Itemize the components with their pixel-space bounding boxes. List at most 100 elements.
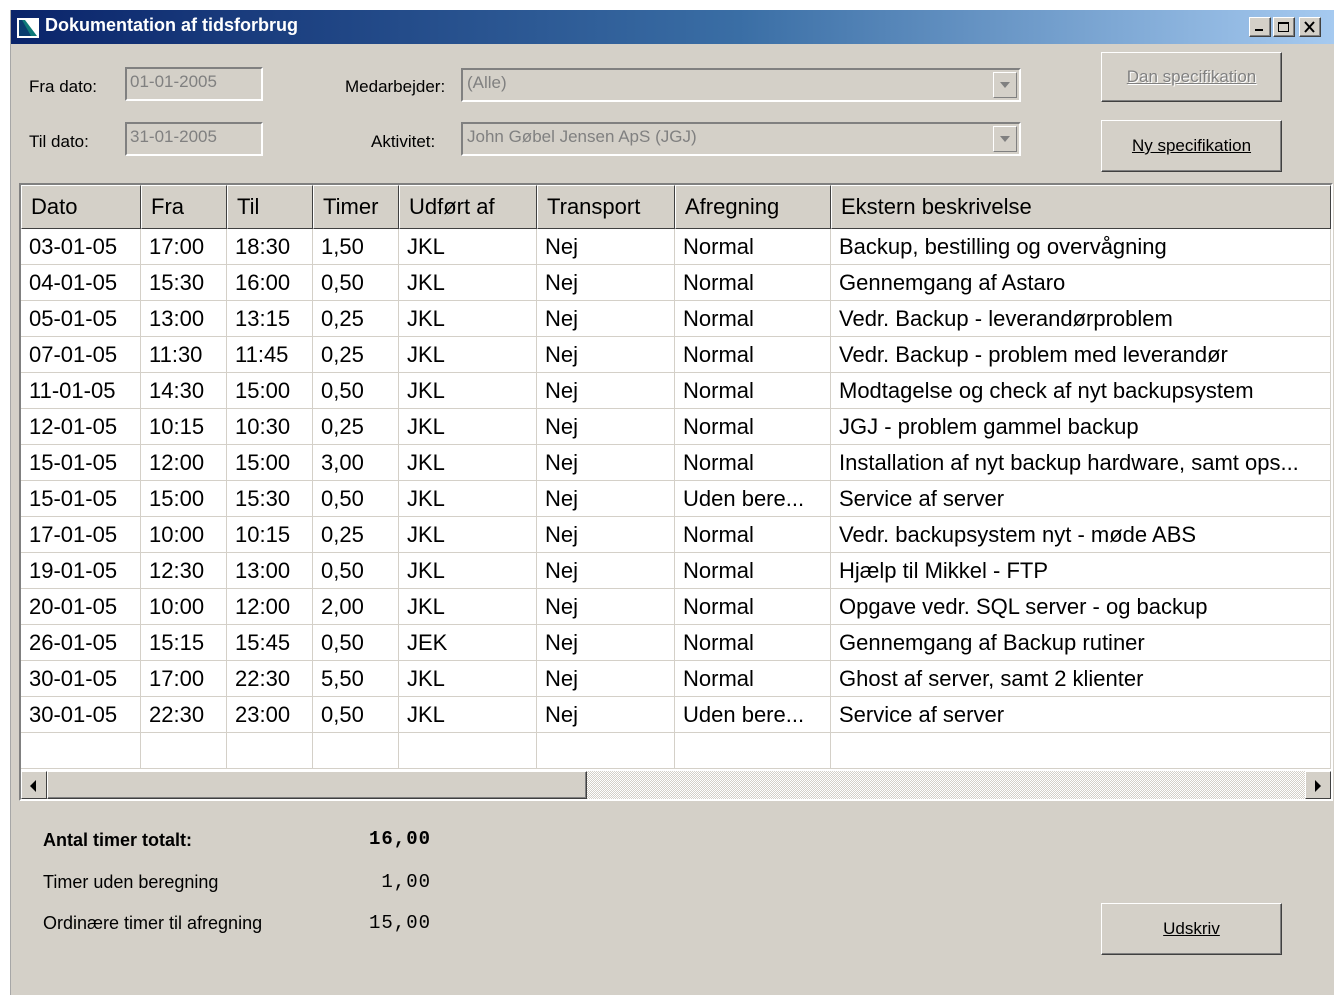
cell-timer: 0,50	[313, 697, 399, 733]
cell-transport: Nej	[537, 265, 675, 301]
cell-ekstern-beskrivelse: Gennemgang af Backup rutiner	[831, 625, 1331, 661]
table-row-empty[interactable]	[21, 733, 1331, 769]
cell-til	[227, 733, 313, 769]
medarbejder-value: (Alle)	[467, 73, 507, 92]
cell-fra: 17:00	[141, 229, 227, 265]
cell-dato: 26-01-05	[21, 625, 141, 661]
close-button[interactable]	[1299, 17, 1321, 37]
table-row[interactable]: 20-01-05 10:00 12:00 2,00 JKL Nej Normal Opgave…	[21, 589, 1331, 625]
column-header-timer[interactable]: Timer	[313, 185, 399, 229]
table-row[interactable]: 30-01-05 22:30 23:00 0,50 JKL Nej Uden bere...…	[21, 697, 1331, 733]
cell-dato: 12-01-05	[21, 409, 141, 445]
table-row[interactable]: 11-01-05 14:30 15:00 0,50 JKL Nej Normal Modtag…	[21, 373, 1331, 409]
cell-transport: Nej	[537, 481, 675, 517]
cell-afregning: Normal	[675, 517, 831, 553]
cell-udfoert-af: JKL	[399, 265, 537, 301]
medarbejder-dropdown-button[interactable]	[993, 72, 1017, 98]
cell-timer	[313, 733, 399, 769]
ny-specifikation-button[interactable]: Ny specifikation	[1101, 120, 1282, 172]
cell-udfoert-af: JKL	[399, 409, 537, 445]
cell-fra: 15:15	[141, 625, 227, 661]
time-entries-table[interactable]: Dato Fra Til Timer Udført af Transport Afregni…	[19, 183, 1333, 801]
cell-afregning: Normal	[675, 661, 831, 697]
column-header-til[interactable]: Til	[227, 185, 313, 229]
cell-ekstern-beskrivelse: Service af server	[831, 697, 1331, 733]
cell-dato: 30-01-05	[21, 661, 141, 697]
app-logo-icon	[17, 18, 39, 38]
cell-dato: 07-01-05	[21, 337, 141, 373]
scroll-thumb[interactable]	[47, 771, 587, 799]
scroll-right-button[interactable]	[1305, 771, 1331, 799]
cell-transport: Nej	[537, 553, 675, 589]
cell-udfoert-af: JKL	[399, 661, 537, 697]
cell-timer: 0,25	[313, 337, 399, 373]
cell-afregning: Uden bere...	[675, 697, 831, 733]
cell-dato: 11-01-05	[21, 373, 141, 409]
column-header-transport[interactable]: Transport	[537, 185, 675, 229]
cell-ekstern-beskrivelse: Installation af nyt backup hardware, sam…	[831, 445, 1331, 481]
cell-afregning: Uden bere...	[675, 481, 831, 517]
dan-specifikation-button[interactable]: Dan specifikation	[1101, 52, 1282, 102]
cell-ekstern-beskrivelse: Backup, bestilling og overvågning	[831, 229, 1331, 265]
table-row[interactable]: 17-01-05 10:00 10:15 0,25 JKL Nej Normal Vedr. …	[21, 517, 1331, 553]
title-bar[interactable]: Dokumentation af tidsforbrug	[11, 10, 1334, 44]
cell-udfoert-af: JKL	[399, 301, 537, 337]
cell-udfoert-af: JKL	[399, 481, 537, 517]
cell-timer: 1,50	[313, 229, 399, 265]
aktivitet-dropdown-button[interactable]	[993, 126, 1017, 152]
cell-dato: 03-01-05	[21, 229, 141, 265]
cell-til: 13:00	[227, 553, 313, 589]
cell-timer: 5,50	[313, 661, 399, 697]
cell-afregning: Normal	[675, 445, 831, 481]
table-row[interactable]: 07-01-05 11:30 11:45 0,25 JKL Nej Normal Vedr. …	[21, 337, 1331, 373]
cell-ekstern-beskrivelse: Hjælp til Mikkel - FTP	[831, 553, 1331, 589]
cell-ekstern-beskrivelse: Opgave vedr. SQL server - og backup	[831, 589, 1331, 625]
cell-til: 22:30	[227, 661, 313, 697]
cell-timer: 3,00	[313, 445, 399, 481]
ordinaere-timer-value: 15,00	[368, 912, 431, 934]
cell-afregning: Normal	[675, 409, 831, 445]
table-row[interactable]: 15-01-05 12:00 15:00 3,00 JKL Nej Normal Instal…	[21, 445, 1331, 481]
cell-dato: 04-01-05	[21, 265, 141, 301]
column-header-ekstern-beskrivelse[interactable]: Ekstern beskrivelse	[831, 185, 1331, 229]
cell-afregning: Normal	[675, 553, 831, 589]
cell-udfoert-af: JKL	[399, 373, 537, 409]
table-header: Dato Fra Til Timer Udført af Transport Afregni…	[21, 185, 1331, 229]
cell-timer: 2,00	[313, 589, 399, 625]
cell-dato: 20-01-05	[21, 589, 141, 625]
scroll-left-button[interactable]	[21, 771, 47, 799]
timer-uden-beregning-label: Timer uden beregning	[43, 872, 219, 892]
cell-til: 16:00	[227, 265, 313, 301]
cell-til: 10:30	[227, 409, 313, 445]
cell-fra	[141, 733, 227, 769]
table-row[interactable]: 03-01-05 17:00 18:30 1,50 JKL Nej Normal Backup…	[21, 229, 1331, 265]
fra-dato-field[interactable]: 01-01-2005	[125, 67, 263, 101]
table-row[interactable]: 30-01-05 17:00 22:30 5,50 JKL Nej Normal Ghost …	[21, 661, 1331, 697]
cell-ekstern-beskrivelse: JGJ - problem gammel backup	[831, 409, 1331, 445]
column-header-dato[interactable]: Dato	[21, 185, 141, 229]
table-row[interactable]: 05-01-05 13:00 13:15 0,25 JKL Nej Normal Vedr. …	[21, 301, 1331, 337]
table-row[interactable]: 04-01-05 15:30 16:00 0,50 JKL Nej Normal Gennem…	[21, 265, 1331, 301]
table-row[interactable]: 12-01-05 10:15 10:30 0,25 JKL Nej Normal JGJ - …	[21, 409, 1331, 445]
cell-til: 23:00	[227, 697, 313, 733]
horizontal-scrollbar[interactable]	[21, 771, 1331, 799]
cell-transport	[537, 733, 675, 769]
window-title: Dokumentation af tidsforbrug	[45, 15, 298, 35]
cell-fra: 10:00	[141, 517, 227, 553]
column-header-fra[interactable]: Fra	[141, 185, 227, 229]
maximize-button[interactable]	[1273, 17, 1295, 37]
cell-til: 10:15	[227, 517, 313, 553]
table-row[interactable]: 26-01-05 15:15 15:45 0,50 JEK Nej Normal Gennem…	[21, 625, 1331, 661]
table-row[interactable]: 19-01-05 12:30 13:00 0,50 JKL Nej Normal Hjælp …	[21, 553, 1331, 589]
udskriv-button[interactable]: Udskriv	[1101, 903, 1282, 955]
column-header-afregning[interactable]: Afregning	[675, 185, 831, 229]
table-row[interactable]: 15-01-05 15:00 15:30 0,50 JKL Nej Uden bere...…	[21, 481, 1331, 517]
cell-timer: 0,50	[313, 373, 399, 409]
medarbejder-dropdown[interactable]: (Alle)	[461, 68, 1021, 102]
minimize-button[interactable]	[1249, 17, 1271, 37]
cell-afregning: Normal	[675, 265, 831, 301]
til-dato-field[interactable]: 31-01-2005	[125, 122, 263, 156]
fra-dato-label: Fra dato:	[29, 77, 98, 96]
column-header-udfoert-af[interactable]: Udført af	[399, 185, 537, 229]
aktivitet-dropdown[interactable]: John Gøbel Jensen ApS (JGJ)	[461, 122, 1021, 156]
